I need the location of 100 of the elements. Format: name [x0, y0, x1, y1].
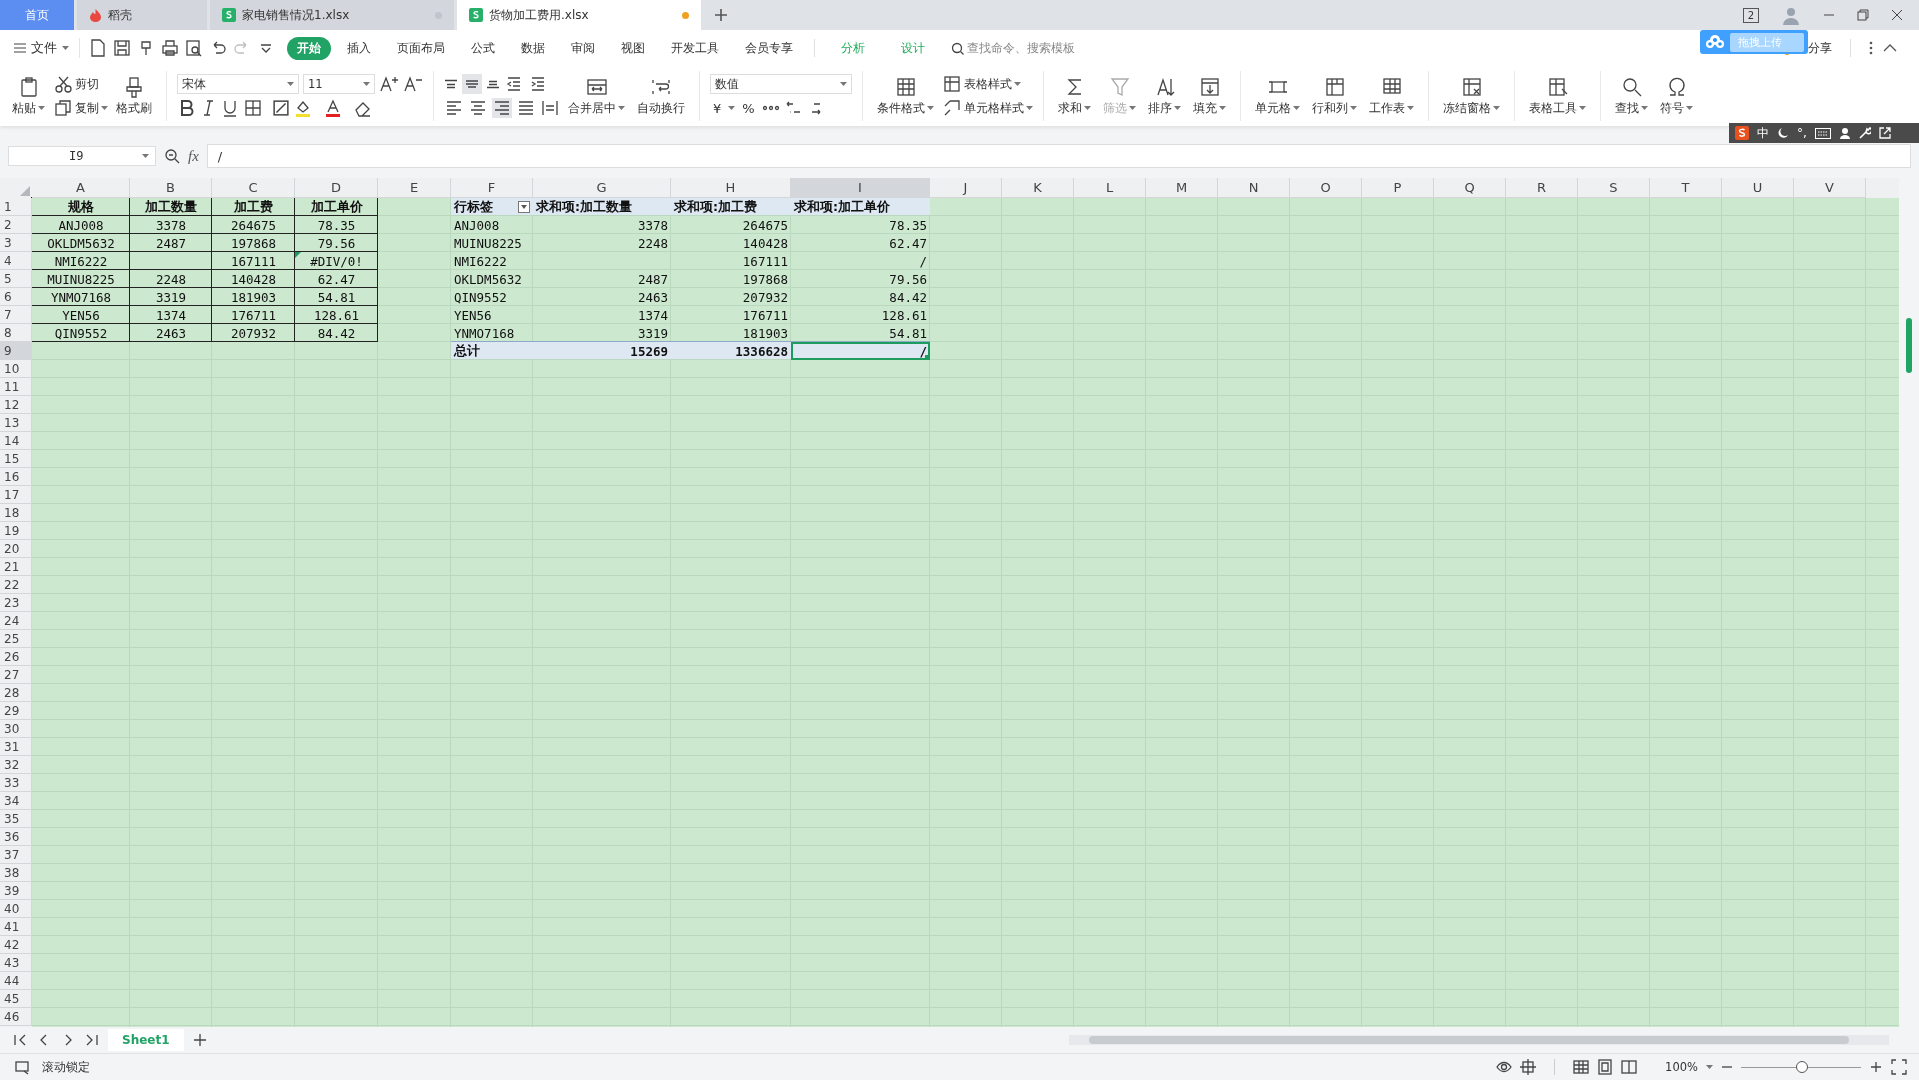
ribbon-button[interactable]: 求和	[1054, 74, 1095, 118]
row-header[interactable]: 22	[0, 576, 32, 594]
window-count-badge[interactable]: 2	[1742, 7, 1759, 23]
punctuation-toggle[interactable]: °,	[1797, 126, 1807, 140]
row-header[interactable]: 10	[0, 360, 32, 378]
row-header[interactable]: 9	[0, 342, 32, 360]
column-header[interactable]: N	[1218, 178, 1290, 198]
row-header[interactable]: 29	[0, 702, 32, 720]
ribbon-button[interactable]: 冻结窗格	[1439, 74, 1504, 118]
command-search[interactable]: 查找命令、搜索模板	[951, 39, 1075, 57]
ribbon-button[interactable]: 排序	[1144, 74, 1185, 118]
document-tab[interactable]: 稻壳	[77, 0, 207, 30]
row-header[interactable]: 28	[0, 684, 32, 702]
row-header[interactable]: 23	[0, 594, 32, 612]
ribbon-button[interactable]: 条件格式	[873, 74, 938, 118]
ribbon-button[interactable]: 查找	[1611, 74, 1652, 118]
filter-dropdown-icon[interactable]	[518, 201, 530, 213]
row-header[interactable]: 27	[0, 666, 32, 684]
row-header[interactable]: 36	[0, 828, 32, 846]
formula-input[interactable]: /	[206, 144, 1911, 168]
row-header[interactable]: 7	[0, 306, 32, 324]
row-header[interactable]: 8	[0, 324, 32, 342]
row-header[interactable]: 26	[0, 648, 32, 666]
close-icon[interactable]	[1891, 9, 1903, 21]
row-header[interactable]: 35	[0, 810, 32, 828]
ribbon-tab[interactable]: 公式	[461, 36, 505, 60]
column-header[interactable]: H	[671, 178, 791, 198]
ribbon-button[interactable]: 粘贴	[8, 74, 49, 118]
ribbon-button[interactable]: 单元格样式	[942, 98, 1033, 118]
column-header[interactable]: L	[1074, 178, 1146, 198]
column-header[interactable]: T	[1650, 178, 1722, 198]
row-header[interactable]: 25	[0, 630, 32, 648]
ribbon-button[interactable]: 填充	[1189, 74, 1230, 118]
horizontal-scrollbar[interactable]	[1069, 1035, 1889, 1045]
ribbon-button[interactable]: 工作表	[1365, 74, 1418, 118]
ribbon-button[interactable]: 单元格	[1251, 74, 1304, 118]
moon-icon[interactable]	[1777, 127, 1789, 139]
row-header[interactable]: 32	[0, 756, 32, 774]
ribbon-tab[interactable]: 视图	[611, 36, 655, 60]
column-header[interactable]: R	[1506, 178, 1578, 198]
font-name-dropdown[interactable]: 宋体	[177, 74, 299, 94]
user-icon[interactable]	[1838, 127, 1851, 139]
keyboard-icon[interactable]	[1814, 127, 1831, 139]
column-header[interactable]: U	[1722, 178, 1794, 198]
row-header[interactable]: 15	[0, 450, 32, 468]
ribbon-button[interactable]: 表格工具	[1525, 74, 1590, 118]
column-header[interactable]: Q	[1434, 178, 1506, 198]
row-header[interactable]: 39	[0, 882, 32, 900]
column-header[interactable]: K	[1002, 178, 1074, 198]
row-header[interactable]: 24	[0, 612, 32, 630]
column-header[interactable]: I	[791, 178, 930, 198]
file-menu[interactable]: 文件	[0, 39, 79, 57]
percent-button[interactable]: %	[739, 100, 758, 116]
row-header[interactable]: 46	[0, 1008, 32, 1026]
row-header[interactable]: 45	[0, 990, 32, 1008]
number-format-dropdown[interactable]: 数值	[710, 74, 852, 94]
row-header[interactable]: 13	[0, 414, 32, 432]
input-mode-toggle[interactable]: 中	[1757, 124, 1769, 142]
row-header[interactable]: 44	[0, 972, 32, 990]
column-header[interactable]: M	[1146, 178, 1218, 198]
row-header[interactable]: 31	[0, 738, 32, 756]
ribbon-button[interactable]: 格式刷	[112, 74, 156, 118]
column-header[interactable]: O	[1290, 178, 1362, 198]
row-header[interactable]: 19	[0, 522, 32, 540]
row-header[interactable]: 21	[0, 558, 32, 576]
wrench-icon[interactable]	[1858, 127, 1871, 139]
column-header[interactable]: F	[451, 178, 533, 198]
row-header[interactable]: 38	[0, 864, 32, 882]
name-box[interactable]: I9	[8, 146, 156, 166]
row-header[interactable]: 20	[0, 540, 32, 558]
row-header[interactable]: 2	[0, 216, 32, 234]
ribbon-button[interactable]: 表格样式	[942, 74, 1033, 94]
document-tab[interactable]: 货物加工费用.xlsx	[457, 0, 701, 30]
ribbon-button[interactable]: 符号	[1656, 74, 1697, 118]
more-icon[interactable]	[1869, 41, 1873, 55]
column-header[interactable]: P	[1362, 178, 1434, 198]
column-header[interactable]: C	[212, 178, 295, 198]
row-header[interactable]: 33	[0, 774, 32, 792]
row-header[interactable]: 40	[0, 900, 32, 918]
ribbon-tab[interactable]: 页面布局	[387, 36, 455, 60]
row-header[interactable]: 37	[0, 846, 32, 864]
column-header[interactable]: V	[1794, 178, 1866, 198]
ribbon-button[interactable]: 复制	[53, 98, 108, 118]
ribbon-tab[interactable]: 数据	[511, 36, 555, 60]
function-button[interactable]: fx	[188, 147, 199, 165]
row-header[interactable]: 5	[0, 270, 32, 288]
row-header[interactable]: 6	[0, 288, 32, 306]
font-size-dropdown[interactable]: 11	[303, 74, 375, 94]
zoom-level-dropdown[interactable]: 100%	[1665, 1060, 1698, 1074]
row-header[interactable]: 34	[0, 792, 32, 810]
ribbon-button[interactable]: 自动换行	[633, 74, 689, 118]
row-header[interactable]: 3	[0, 234, 32, 252]
ribbon-button[interactable]: 行和列	[1308, 74, 1361, 118]
row-header[interactable]: 12	[0, 396, 32, 414]
column-header[interactable]: E	[378, 178, 451, 198]
row-header[interactable]: 11	[0, 378, 32, 396]
ribbon-tab[interactable]: 审阅	[561, 36, 605, 60]
ribbon-button[interactable]: 剪切	[53, 74, 108, 94]
external-link-icon[interactable]	[1878, 127, 1891, 139]
ribbon-tab[interactable]: 插入	[337, 36, 381, 60]
